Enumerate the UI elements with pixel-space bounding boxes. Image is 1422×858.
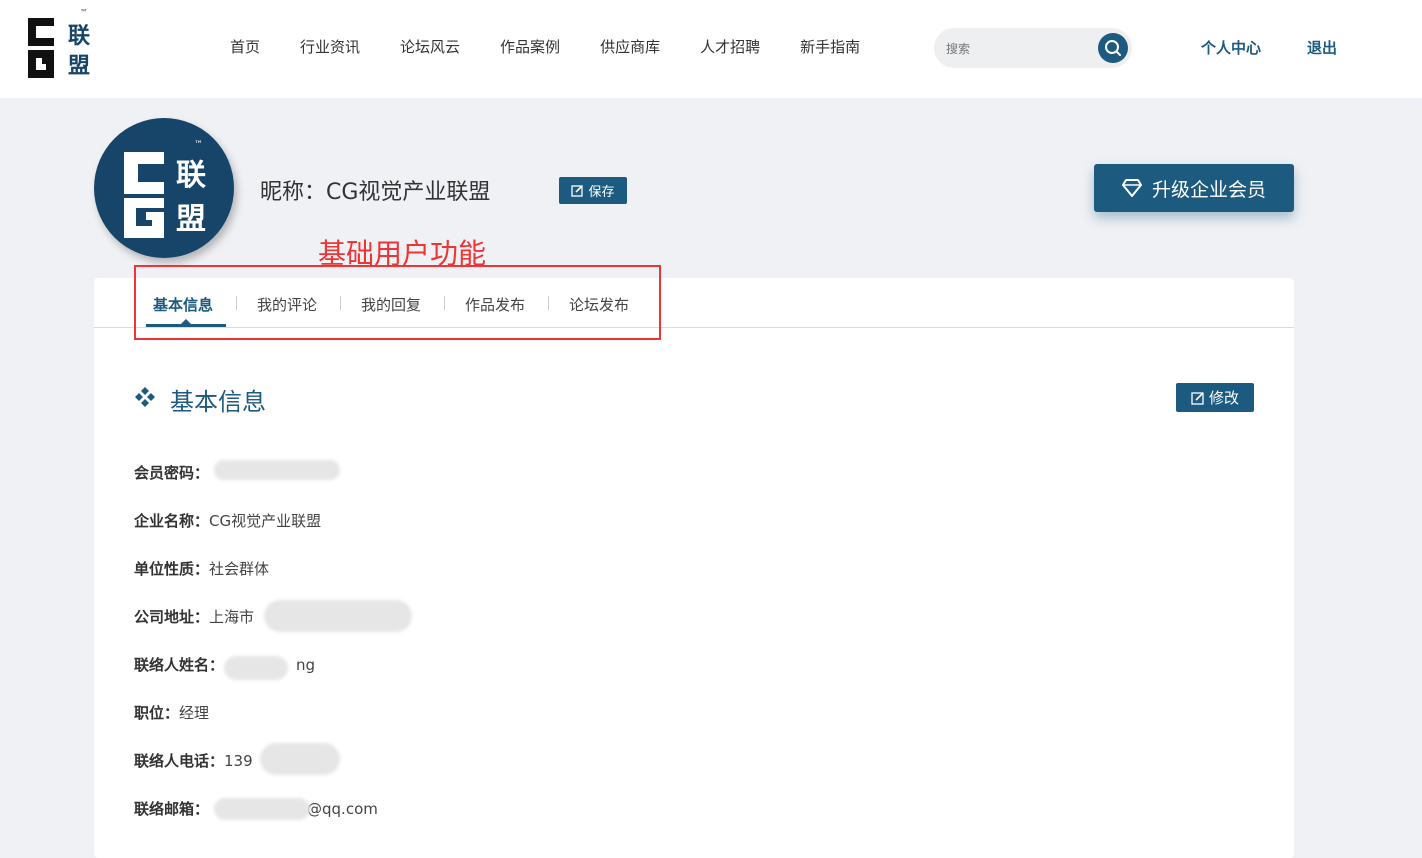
redacted-email — [214, 798, 310, 820]
info-label: 单位性质： — [134, 560, 210, 578]
info-label: 职位： — [134, 704, 180, 722]
nav-item-news[interactable]: 行业资讯 — [300, 36, 360, 57]
info-label: 企业名称： — [134, 512, 210, 530]
search-icon — [1105, 40, 1121, 56]
info-label: 联络人电话： — [134, 752, 225, 770]
diamond-icon — [1121, 179, 1142, 197]
logo-tm: ™ — [80, 8, 88, 17]
edit-icon — [1191, 391, 1204, 405]
annotation-box — [134, 265, 661, 340]
search-box — [934, 28, 1132, 68]
info-value: 上海市 — [209, 608, 255, 626]
info-row-company: 企业名称：CG视觉产业联盟 — [134, 510, 321, 531]
info-row-address: 公司地址：上海市 — [134, 606, 254, 627]
info-value: CG视觉产业联盟 — [209, 512, 322, 530]
nav-item-forum[interactable]: 论坛风云 — [400, 36, 460, 57]
nav-item-suppliers[interactable]: 供应商库 — [600, 36, 660, 57]
site-logo[interactable]: 联 盟 ™ — [26, 8, 96, 79]
redacted-contact-name — [224, 656, 288, 680]
info-row-org-type: 单位性质：社会群体 — [134, 558, 269, 579]
main-nav: 首页 行业资讯 论坛风云 作品案例 供应商库 人才招聘 新手指南 — [210, 36, 880, 57]
section-title: 基本信息 — [170, 388, 266, 416]
redacted-password — [214, 460, 340, 480]
save-nickname-button[interactable]: 保存 — [559, 177, 627, 204]
info-label: 会员密码： — [134, 464, 210, 482]
info-value: ng — [296, 656, 316, 674]
edit-label: 修改 — [1208, 389, 1239, 407]
redacted-address — [264, 600, 412, 632]
logo-text-bottom: 盟 — [68, 54, 91, 79]
profile-card: 基本信息 我的评论 我的回复 作品发布 论坛发布 基本信息 修改 会员密码： 企… — [94, 278, 1294, 858]
avatar: 联 盟 ™ — [94, 118, 234, 258]
top-header: 联 盟 ™ 首页 行业资讯 论坛风云 作品案例 供应商库 人才招聘 新手指南 个… — [0, 0, 1422, 98]
avatar-text-bottom: 盟 — [176, 202, 206, 237]
redacted-phone — [260, 743, 340, 775]
search-input[interactable] — [944, 37, 1098, 61]
diamond-bullet-icon — [135, 387, 155, 407]
nickname: 昵称：CG视觉产业联盟 — [260, 180, 491, 205]
info-label: 公司地址： — [134, 608, 210, 626]
logo-text-top: 联 — [68, 24, 91, 49]
nav-item-home[interactable]: 首页 — [230, 36, 260, 57]
info-row-password: 会员密码： — [134, 462, 209, 483]
info-row-phone: 联络人电话：139 — [134, 750, 253, 771]
personal-center-link[interactable]: 个人中心 — [1201, 37, 1261, 58]
info-label: 联络邮箱： — [134, 800, 210, 818]
info-value: @qq.com — [307, 800, 378, 818]
info-label: 联络人姓名： — [134, 656, 225, 674]
nav-item-jobs[interactable]: 人才招聘 — [700, 36, 760, 57]
avatar-tm: ™ — [194, 140, 203, 150]
info-value: 社会群体 — [209, 560, 270, 578]
nav-item-works[interactable]: 作品案例 — [500, 36, 560, 57]
avatar-text-top: 联 — [176, 158, 206, 193]
info-value: 139 — [224, 752, 253, 770]
info-value: 经理 — [179, 704, 210, 722]
edit-info-button[interactable]: 修改 — [1176, 383, 1254, 412]
edit-icon — [571, 185, 584, 197]
logout-link[interactable]: 退出 — [1307, 37, 1337, 58]
info-row-position: 职位：经理 — [134, 702, 209, 723]
save-label: 保存 — [588, 185, 615, 200]
upgrade-enterprise-button[interactable]: 升级企业会员 — [1094, 164, 1294, 212]
search-button[interactable] — [1098, 33, 1128, 63]
upgrade-label: 升级企业会员 — [1151, 178, 1266, 201]
nav-item-guide[interactable]: 新手指南 — [800, 36, 860, 57]
